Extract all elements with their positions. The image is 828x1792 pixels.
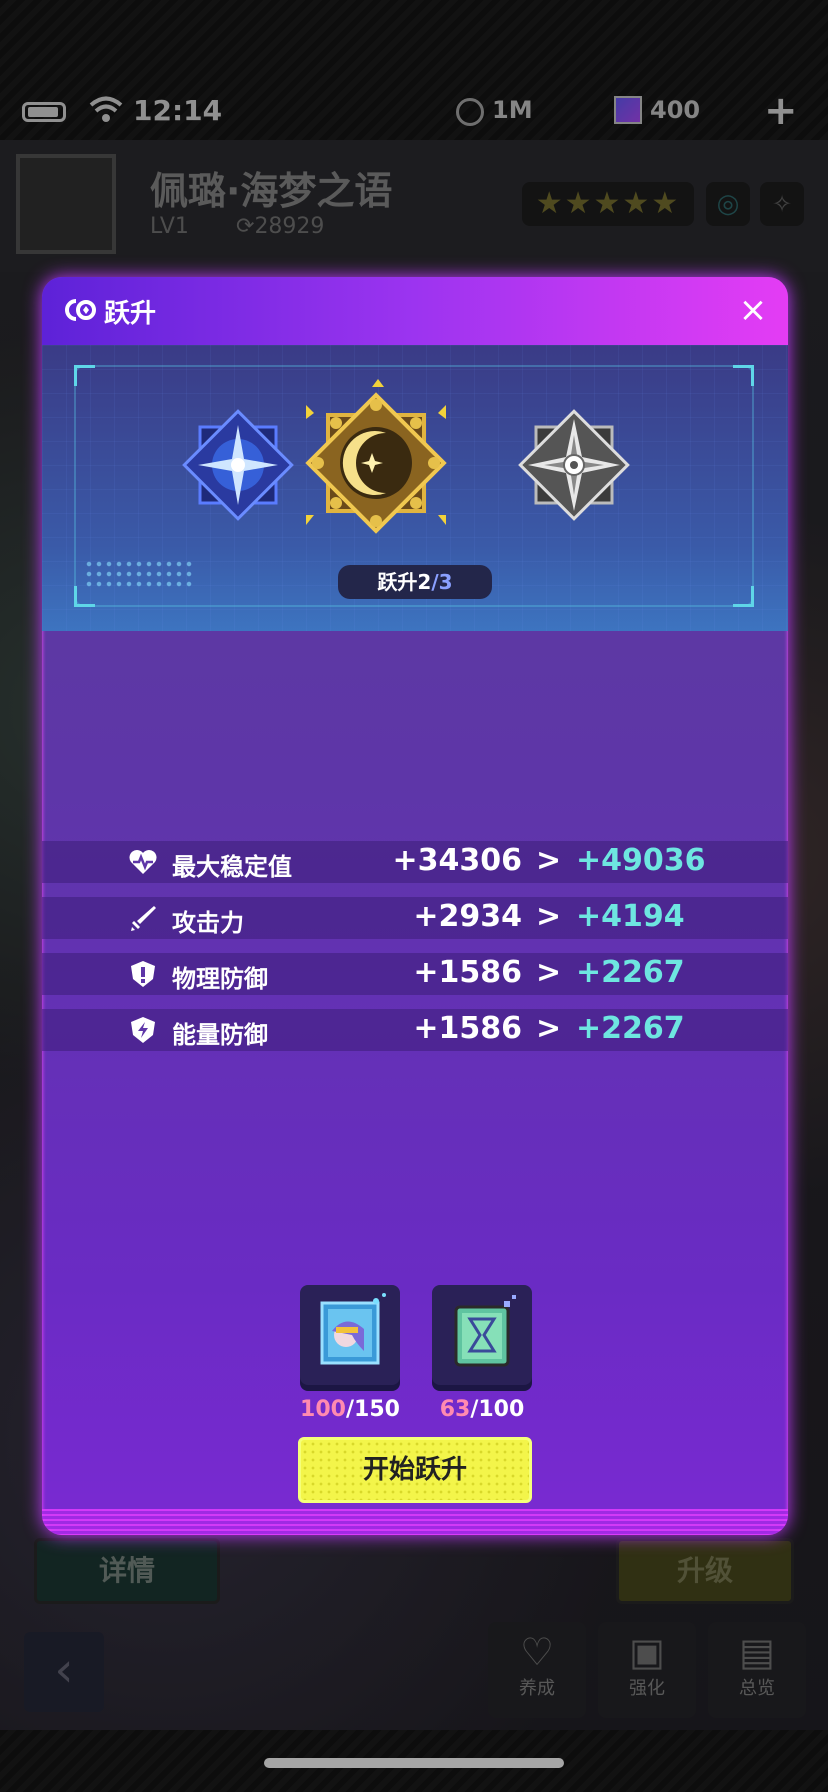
material-count-2: 63/100 — [439, 1397, 525, 1422]
stage-1-star-emblem-icon — [182, 409, 294, 521]
stage-3-compass-emblem-icon — [518, 409, 630, 521]
dialog-title: 跃升 — [104, 299, 157, 329]
material-count-1: 100/150 — [300, 1397, 400, 1422]
ascend-logo-icon — [64, 297, 98, 323]
shield-bolt-icon — [131, 1017, 155, 1043]
chevron-right-icon: > — [536, 899, 562, 934]
dialog-header: 跃升 × — [42, 277, 788, 345]
shield-exclaim-icon — [131, 961, 155, 987]
ascension-stage-panel: 跃升2/3 — [42, 345, 788, 631]
close-button[interactable]: × — [730, 287, 776, 333]
hourglass-card-item-icon — [454, 1295, 516, 1367]
chevron-right-icon: > — [536, 955, 562, 990]
stage-total: /3 — [431, 570, 453, 594]
material-slot-2[interactable] — [432, 1285, 532, 1385]
stage-2-moon-emblem-icon — [305, 379, 447, 534]
material-slot-1[interactable] — [300, 1285, 400, 1385]
ascend-dialog: 跃升 × 跃升2/3 最大稳定值 +34306 > +49036 攻击力 +29… — [42, 277, 788, 1535]
decorative-dots — [84, 559, 194, 589]
heart-pulse-icon — [129, 850, 157, 874]
stat-row-physical-defense: 物理防御 +1586 > +2267 — [42, 953, 788, 995]
chevron-right-icon: > — [536, 1011, 562, 1046]
chevron-right-icon: > — [536, 843, 562, 878]
stage-current: 跃升2 — [377, 570, 432, 594]
character-portrait-item-icon — [320, 1293, 386, 1365]
stat-row-energy-defense: 能量防御 +1586 > +2267 — [42, 1009, 788, 1051]
stat-row-attack: 攻击力 +2934 > +4194 — [42, 897, 788, 939]
stat-row-max-stability: 最大稳定值 +34306 > +49036 — [42, 841, 788, 883]
sword-icon — [131, 906, 156, 931]
start-ascend-button[interactable]: 开始跃升 — [298, 1437, 532, 1503]
ascension-stage-label: 跃升2/3 — [338, 565, 492, 599]
dialog-bottom-glow — [42, 1509, 788, 1535]
